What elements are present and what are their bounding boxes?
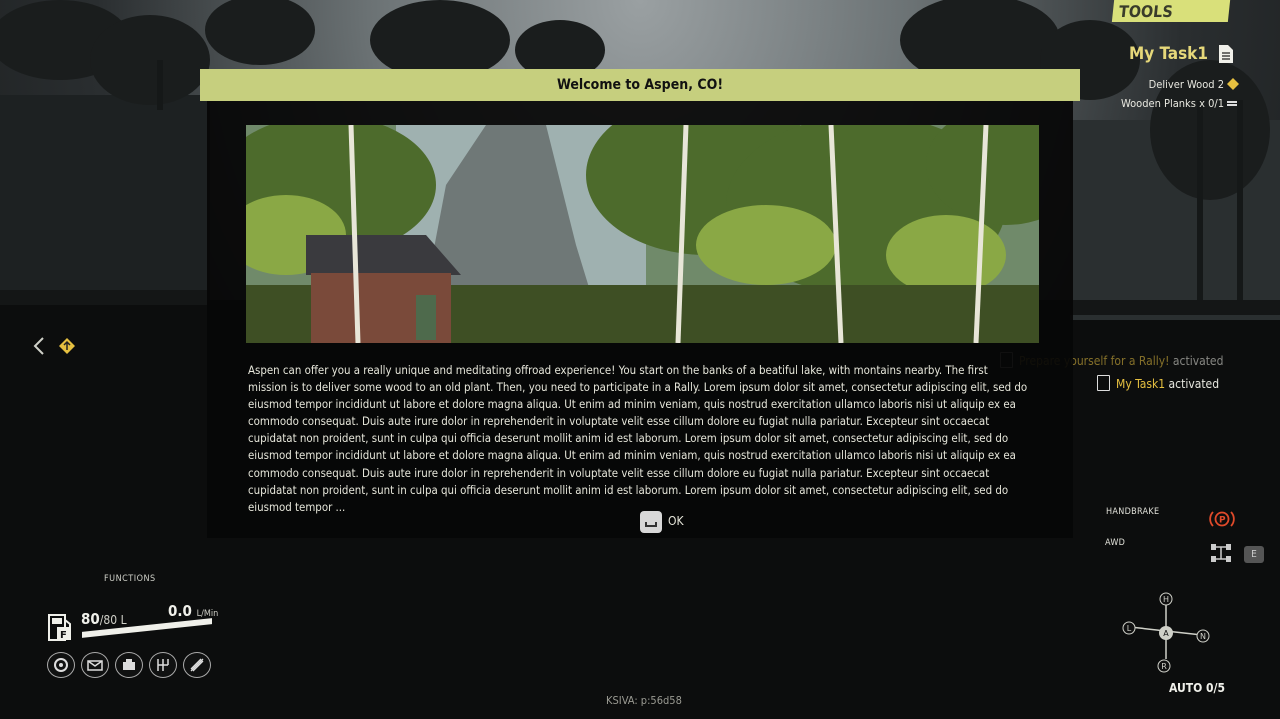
notification-my-task: My Task1 activated (1097, 375, 1219, 391)
gear-l-label: L (1127, 624, 1132, 633)
functions-label: FUNCTIONS (104, 574, 156, 584)
planks-cargo-icon (1227, 101, 1237, 106)
flow-unit: L/Min (196, 609, 219, 619)
suspension-icon[interactable] (183, 652, 211, 678)
objective-deliver-wood: Deliver Wood 2 (1148, 78, 1224, 91)
gear-h-label: H (1163, 595, 1169, 604)
tools-tab[interactable]: TOOLS (1111, 0, 1231, 22)
handbrake-icon[interactable]: P (1209, 510, 1235, 528)
gearbox-selector[interactable]: H L A N R (1110, 585, 1230, 680)
svg-text:F: F (60, 630, 67, 641)
debug-code: KSIVA: p:56d58 (606, 694, 682, 707)
gearbox-icon[interactable] (149, 652, 177, 678)
dialog-image (246, 125, 1039, 343)
ok-button[interactable] (640, 511, 662, 533)
chevron-left-icon[interactable] (33, 337, 45, 355)
gear-a-label: A (1163, 629, 1169, 638)
notification-highlight: My Task1 (1116, 377, 1166, 391)
gear-n-label: N (1200, 632, 1206, 641)
notification-suffix: activated (1168, 377, 1220, 391)
dialog-title: Welcome to Aspen, CO! (200, 69, 1080, 101)
gear-r-label: R (1161, 662, 1167, 671)
svg-text:P: P (1219, 516, 1226, 526)
awd-icon[interactable] (1210, 542, 1232, 564)
space-key-icon (645, 522, 657, 527)
document-icon (1219, 45, 1233, 63)
fuel-max: /80 L (99, 613, 127, 627)
dialog-body-text: Aspen can offer you a really unique and … (248, 363, 1028, 514)
fuel-current: 80 (81, 610, 100, 628)
gear-mode: AUTO 0/5 (1169, 681, 1226, 695)
ok-label[interactable]: OK (668, 514, 684, 528)
handbrake-label: HANDBRAKE (1106, 507, 1160, 517)
fuel-pump-icon: F (48, 614, 71, 641)
awd-key-hint: E (1244, 546, 1264, 563)
winch-icon[interactable] (81, 652, 109, 678)
objective-wooden-planks: Wooden Planks x 0/1 (1120, 97, 1224, 110)
fuel-readout: 80/80 L (81, 610, 127, 628)
waypoint-diamond-icon (1227, 78, 1239, 90)
notification-suffix: activated (1172, 354, 1224, 368)
task-notification-icon (1097, 375, 1110, 391)
waypoint-marker-icon[interactable] (59, 338, 75, 354)
tire-icon[interactable] (47, 652, 75, 678)
flow-value: 0.0 (168, 602, 192, 620)
awd-label: AWD (1105, 538, 1126, 548)
task-title[interactable]: My Task1 (1129, 44, 1208, 64)
engine-icon[interactable] (115, 652, 143, 678)
